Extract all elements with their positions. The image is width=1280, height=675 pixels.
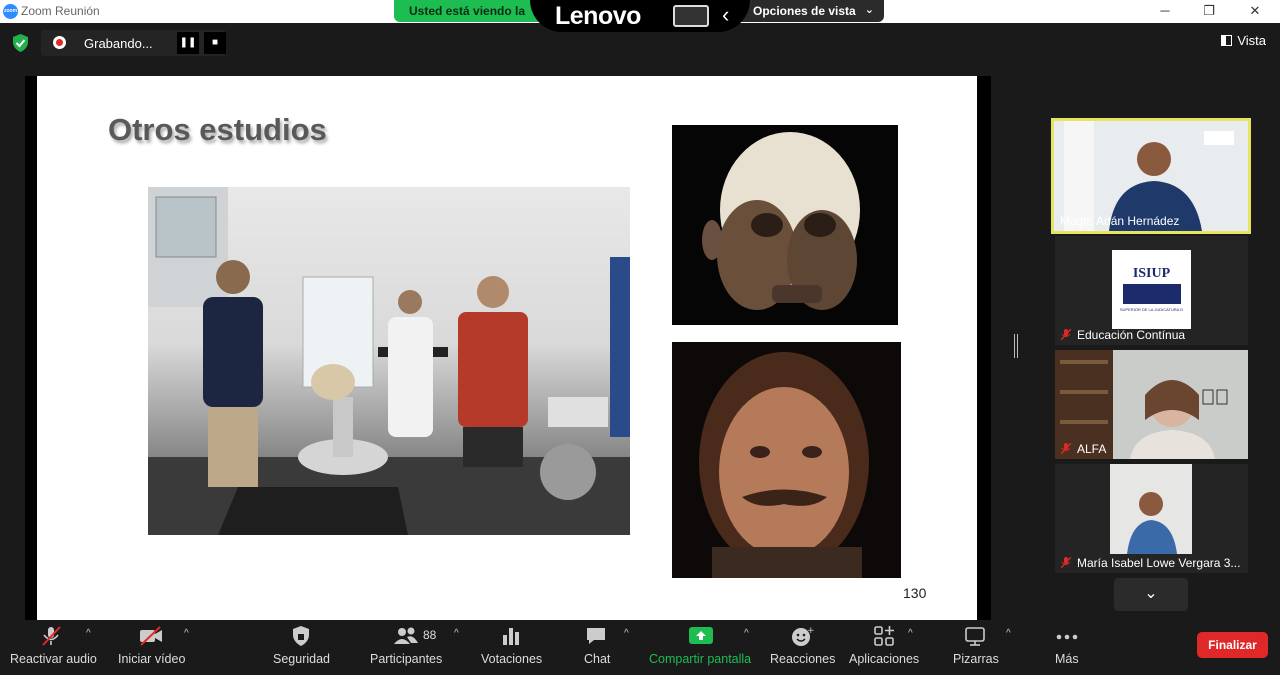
video-off-icon xyxy=(140,626,162,646)
logo-subtext: SUPERIOR DE LA JUDICATURA D xyxy=(1119,307,1184,312)
maximize-button[interactable]: ❐ xyxy=(1186,0,1232,23)
lab-photo xyxy=(148,187,630,535)
reactions-label: Reacciones xyxy=(770,652,836,666)
chevron-down-icon: ⌄ xyxy=(864,4,874,16)
institution-logo: ISIUP SUPERIOR DE LA JUDICATURA D xyxy=(1112,250,1191,329)
participant-name: María Isabel Lowe Vergara 3... xyxy=(1077,556,1241,570)
apps-options-caret-icon[interactable]: ^ xyxy=(908,628,913,639)
participants-label: Participantes xyxy=(370,652,443,666)
whiteboards-label: Pizarras xyxy=(953,652,999,666)
lenovo-logo: Lenovo xyxy=(555,2,641,30)
security-label: Seguridad xyxy=(273,652,330,666)
logo-text: ISIUP xyxy=(1132,266,1171,281)
muted-microphone-icon xyxy=(1061,557,1071,568)
viewing-share-status: Usted está viendo la xyxy=(394,0,549,22)
polls-button[interactable]: Votaciones xyxy=(475,620,547,675)
participants-options-caret-icon[interactable]: ^ xyxy=(454,628,459,639)
recording-indicator: Grabando... ❚❚ ■ xyxy=(41,30,226,56)
muted-microphone-icon xyxy=(1061,329,1071,340)
slide-page-number: 130 xyxy=(903,585,927,601)
participant-name: ALFA xyxy=(1077,442,1107,456)
participant-name-row: ALFA xyxy=(1061,442,1106,456)
whiteboards-button[interactable]: Pizarras xyxy=(946,620,1004,675)
start-video-button[interactable]: Iniciar vídeo xyxy=(110,620,195,675)
view-label: Vista xyxy=(1237,33,1266,48)
pause-recording-button[interactable]: ❚❚ xyxy=(177,32,199,54)
chevron-down-icon: ⌄ xyxy=(1144,585,1158,602)
participant-name: Educación Contínua xyxy=(1077,328,1186,342)
chat-label: Chat xyxy=(584,652,611,666)
participant-name-row: Educación Contínua xyxy=(1061,328,1185,342)
view-options-label: Opciones de vista xyxy=(753,4,856,18)
facial-reconstruction-face-image xyxy=(672,342,901,578)
chat-button[interactable]: Chat xyxy=(572,620,620,675)
zoom-meeting-window: zoom Zoom Reunión ─ ❐ ✕ Usted está viend… xyxy=(0,0,1280,675)
polls-label: Votaciones xyxy=(481,652,543,666)
whiteboards-options-caret-icon[interactable]: ^ xyxy=(1006,628,1011,639)
facial-reconstruction-skull-image xyxy=(672,125,898,325)
reactions-button[interactable]: + Reacciones xyxy=(764,620,839,675)
more-button[interactable]: Más xyxy=(1045,620,1089,675)
unmute-audio-label: Reactivar audio xyxy=(10,652,97,666)
participant-tile[interactable]: María Isabel Lowe Vergara 3... xyxy=(1055,464,1248,573)
view-button[interactable]: Vista xyxy=(1221,33,1266,48)
presentation-slide: Otros estudios 130 xyxy=(37,76,977,620)
scroll-participants-down-button[interactable]: ⌄ xyxy=(1114,578,1188,611)
recording-label: Grabando... xyxy=(84,36,153,51)
end-meeting-button[interactable]: Finalizar xyxy=(1197,632,1268,658)
reactions-emoji-icon: + xyxy=(792,626,815,646)
recording-dot-icon xyxy=(53,36,66,49)
close-button[interactable]: ✕ xyxy=(1232,0,1278,23)
share-screen-button[interactable]: Compartir pantalla xyxy=(645,620,757,675)
more-label: Más xyxy=(1055,652,1079,666)
apps-icon xyxy=(874,626,894,646)
zoom-logo-icon: zoom xyxy=(3,4,18,19)
share-banner: Usted está viendo la Opciones de vista ⌄… xyxy=(394,0,884,32)
more-options-icon xyxy=(1056,634,1078,640)
whiteboard-icon xyxy=(965,627,985,646)
video-options-caret-icon[interactable]: ^ xyxy=(184,628,189,639)
audio-options-caret-icon[interactable]: ^ xyxy=(86,628,91,639)
minimize-button[interactable]: ─ xyxy=(1142,0,1188,23)
participants-icon xyxy=(394,627,418,644)
participants-count: 88 xyxy=(423,628,437,642)
participant-tile[interactable]: ISIUP SUPERIOR DE LA JUDICATURA D Educac… xyxy=(1055,236,1248,345)
encryption-shield-icon[interactable] xyxy=(12,34,29,52)
participants-button[interactable]: 88 Participantes xyxy=(365,620,450,675)
share-screen-icon xyxy=(689,627,713,644)
chat-options-caret-icon[interactable]: ^ xyxy=(624,628,629,639)
svg-text:+: + xyxy=(807,626,815,636)
security-shield-icon xyxy=(293,626,309,646)
share-screen-label: Compartir pantalla xyxy=(649,652,752,666)
grid-view-icon xyxy=(1221,35,1233,46)
stop-recording-button[interactable]: ■ xyxy=(204,32,226,54)
participant-tile-active-speaker[interactable]: Magtr. Adán Hernádez xyxy=(1051,118,1251,234)
start-video-label: Iniciar vídeo xyxy=(118,652,186,666)
share-options-caret-icon[interactable]: ^ xyxy=(744,628,749,639)
muted-microphone-icon xyxy=(1061,443,1071,454)
chevron-left-icon[interactable]: ‹ xyxy=(722,2,729,28)
meeting-toolbar: Reactivar audio ^ Iniciar vídeo ^ Seguri… xyxy=(0,620,1280,675)
shared-screen: Otros estudios 130 xyxy=(25,76,991,620)
window-title: Zoom Reunión xyxy=(21,4,100,18)
slide-title: Otros estudios xyxy=(108,112,327,147)
participant-tile[interactable]: ALFA xyxy=(1055,350,1248,459)
apps-label: Aplicaciones xyxy=(849,652,920,666)
security-button[interactable]: Seguridad xyxy=(265,620,337,675)
participant-name-row: María Isabel Lowe Vergara 3... xyxy=(1061,556,1240,570)
panel-resize-handle[interactable] xyxy=(1014,334,1018,358)
muted-microphone-icon xyxy=(42,626,61,646)
participant-name: Magtr. Adán Hernádez xyxy=(1060,214,1180,228)
chat-icon xyxy=(587,628,605,644)
lenovo-overlay: Lenovo ‹ xyxy=(530,0,750,32)
polls-icon xyxy=(503,628,519,645)
screen-icon[interactable] xyxy=(673,5,709,27)
